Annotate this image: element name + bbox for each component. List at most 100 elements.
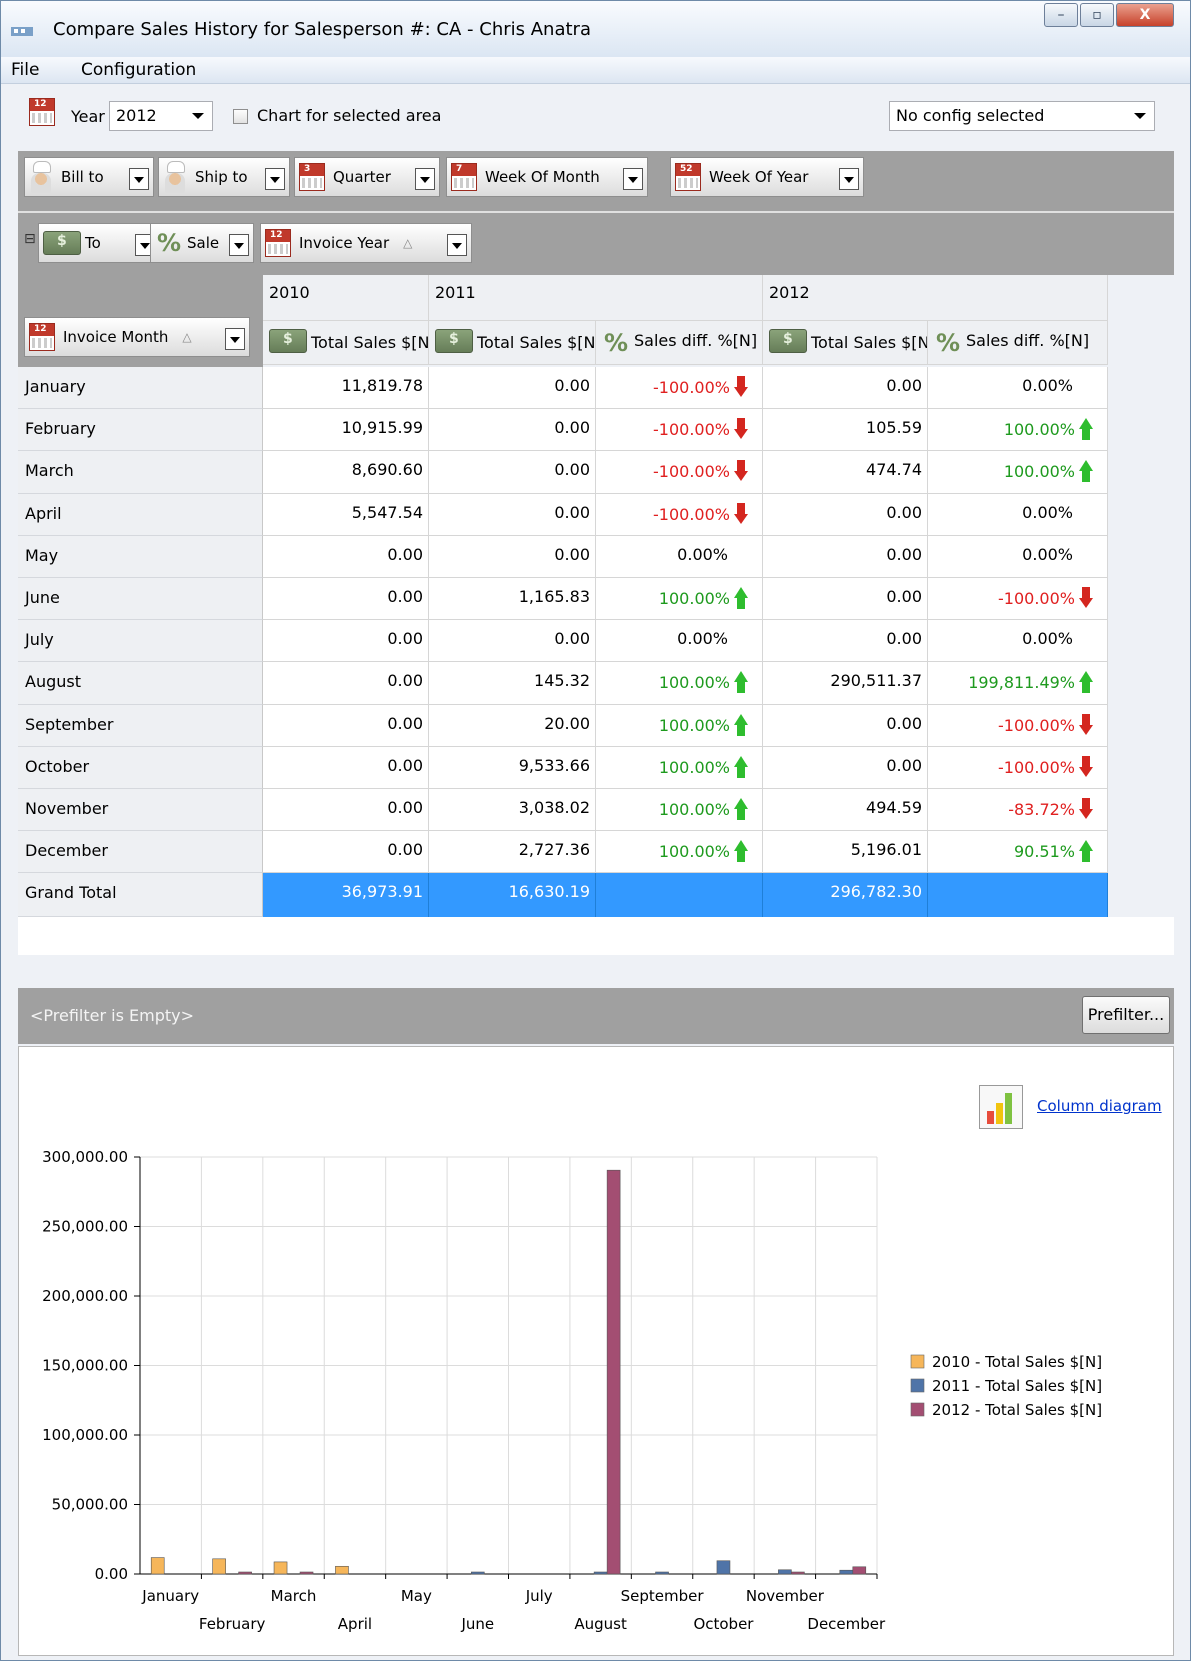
chevron-down-icon[interactable]	[839, 168, 859, 190]
row-header-may[interactable]: May	[18, 536, 263, 578]
cell-diff-2011[interactable]: 100.00%	[596, 747, 763, 789]
cell-total-2010[interactable]: 10,915.99	[263, 409, 429, 451]
year-header-2012[interactable]: 2012	[763, 275, 1108, 321]
cell-total-2010[interactable]: 0.00	[263, 747, 429, 789]
field-sales-diff[interactable]: % Sale	[150, 223, 254, 263]
cell-total-2012[interactable]: 494.59	[763, 789, 928, 831]
cell-diff-2011[interactable]: -100.00%	[596, 451, 763, 494]
cell-diff-2011[interactable]: -100.00%	[596, 367, 763, 409]
cell-diff-2012[interactable]: -100.00%	[928, 705, 1108, 747]
cell-diff-2012[interactable]: -100.00%	[928, 578, 1108, 620]
cell-total-2012[interactable]: 0.00	[763, 536, 928, 578]
row-header-june[interactable]: June	[18, 578, 263, 620]
cell-diff-2012[interactable]: 0.00%	[928, 367, 1108, 409]
cell-diff-2011[interactable]: 100.00%	[596, 662, 763, 705]
field-bill-to[interactable]: Bill to	[24, 157, 154, 197]
chevron-down-icon[interactable]	[265, 168, 285, 190]
menu-configuration[interactable]: Configuration	[81, 60, 196, 80]
cell-diff-2012[interactable]: 100.00%	[928, 409, 1108, 451]
row-header-july[interactable]: July	[18, 620, 263, 662]
cell-diff-2012[interactable]: -83.72%	[928, 789, 1108, 831]
chart-selected-checkbox[interactable]	[233, 109, 248, 124]
field-week-of-month[interactable]: 7 Week Of Month	[446, 157, 648, 197]
year-select[interactable]: 2012	[109, 101, 213, 131]
cell-total-2011[interactable]: 0.00	[429, 367, 596, 409]
maximize-button[interactable]: ▫	[1080, 3, 1114, 27]
cell-diff-2012[interactable]: 100.00%	[928, 451, 1108, 494]
cell-total-2011[interactable]: 0.00	[429, 536, 596, 578]
cell-total-2011[interactable]: 0.00	[429, 451, 596, 494]
row-header-december[interactable]: December	[18, 831, 263, 873]
cell-total-2011[interactable]: 0.00	[429, 494, 596, 536]
cell-total-2012[interactable]: 0.00	[763, 747, 928, 789]
cell-total-2012[interactable]: 0.00	[763, 620, 928, 662]
field-invoice-year[interactable]: 12 Invoice Year △	[260, 223, 472, 263]
cell-total-2012[interactable]: 5,196.01	[763, 831, 928, 873]
grand-total-diff-2011[interactable]	[596, 873, 763, 917]
field-week-of-year[interactable]: 52 Week Of Year	[670, 157, 864, 197]
prefilter-button[interactable]: Prefilter...	[1082, 996, 1170, 1034]
collapse-icon[interactable]: ⊟	[24, 231, 36, 247]
cell-total-2010[interactable]: 0.00	[263, 831, 429, 873]
measure-header[interactable]: Total Sales $[N]	[763, 321, 928, 365]
chevron-down-icon[interactable]	[415, 168, 435, 190]
cell-diff-2011[interactable]: 100.00%	[596, 705, 763, 747]
row-header-october[interactable]: October	[18, 747, 263, 789]
grand-total-2011[interactable]: 16,630.19	[429, 873, 596, 917]
year-header-2011[interactable]: 2011	[429, 275, 763, 321]
grand-total-2010[interactable]: 36,973.91	[263, 873, 429, 917]
close-button[interactable]: X	[1116, 3, 1174, 27]
row-header-march[interactable]: March	[18, 451, 263, 494]
minimize-button[interactable]: –	[1044, 3, 1078, 27]
cell-diff-2011[interactable]: 100.00%	[596, 578, 763, 620]
chevron-down-icon[interactable]	[225, 328, 245, 350]
cell-total-2011[interactable]: 0.00	[429, 409, 596, 451]
cell-diff-2011[interactable]: 100.00%	[596, 831, 763, 873]
year-header-2010[interactable]: 2010	[263, 275, 429, 321]
cell-total-2012[interactable]: 474.74	[763, 451, 928, 494]
cell-diff-2012[interactable]: 90.51%	[928, 831, 1108, 873]
row-header-november[interactable]: November	[18, 789, 263, 831]
cell-total-2012[interactable]: 0.00	[763, 705, 928, 747]
cell-diff-2011[interactable]: 0.00%	[596, 620, 763, 662]
cell-total-2012[interactable]: 0.00	[763, 578, 928, 620]
measure-header[interactable]: % Sales diff. %[N]	[928, 321, 1108, 365]
row-header-april[interactable]: April	[18, 494, 263, 536]
grand-total-label[interactable]: Grand Total	[18, 873, 263, 917]
cell-total-2011[interactable]: 20.00	[429, 705, 596, 747]
cell-total-2010[interactable]: 0.00	[263, 789, 429, 831]
field-invoice-month[interactable]: 12 Invoice Month △	[24, 317, 250, 357]
measure-header[interactable]: Total Sales $[N]	[429, 321, 596, 365]
row-header-january[interactable]: January	[18, 367, 263, 409]
cell-total-2011[interactable]: 2,727.36	[429, 831, 596, 873]
cell-total-2010[interactable]: 11,819.78	[263, 367, 429, 409]
cell-diff-2011[interactable]: 100.00%	[596, 789, 763, 831]
row-header-august[interactable]: August	[18, 662, 263, 705]
cell-diff-2012[interactable]: 199,811.49%	[928, 662, 1108, 705]
cell-total-2011[interactable]: 1,165.83	[429, 578, 596, 620]
cell-total-2010[interactable]: 0.00	[263, 620, 429, 662]
field-total-sales[interactable]: To	[38, 223, 160, 263]
chevron-down-icon[interactable]	[447, 234, 467, 256]
cell-total-2011[interactable]: 9,533.66	[429, 747, 596, 789]
cell-diff-2012[interactable]: 0.00%	[928, 536, 1108, 578]
cell-diff-2011[interactable]: -100.00%	[596, 494, 763, 536]
field-ship-to[interactable]: Ship to	[158, 157, 290, 197]
cell-total-2010[interactable]: 0.00	[263, 705, 429, 747]
cell-total-2011[interactable]: 3,038.02	[429, 789, 596, 831]
cell-diff-2012[interactable]: 0.00%	[928, 494, 1108, 536]
row-header-september[interactable]: September	[18, 705, 263, 747]
chevron-down-icon[interactable]	[129, 168, 149, 190]
cell-total-2010[interactable]: 8,690.60	[263, 451, 429, 494]
chevron-down-icon[interactable]	[229, 234, 249, 256]
row-header-february[interactable]: February	[18, 409, 263, 451]
cell-total-2011[interactable]: 0.00	[429, 620, 596, 662]
cell-total-2011[interactable]: 145.32	[429, 662, 596, 705]
menu-file[interactable]: File	[11, 60, 39, 80]
cell-total-2010[interactable]: 0.00	[263, 578, 429, 620]
cell-total-2010[interactable]: 0.00	[263, 662, 429, 705]
cell-total-2012[interactable]: 105.59	[763, 409, 928, 451]
cell-diff-2011[interactable]: 0.00%	[596, 536, 763, 578]
cell-total-2010[interactable]: 0.00	[263, 536, 429, 578]
cell-diff-2011[interactable]: -100.00%	[596, 409, 763, 451]
